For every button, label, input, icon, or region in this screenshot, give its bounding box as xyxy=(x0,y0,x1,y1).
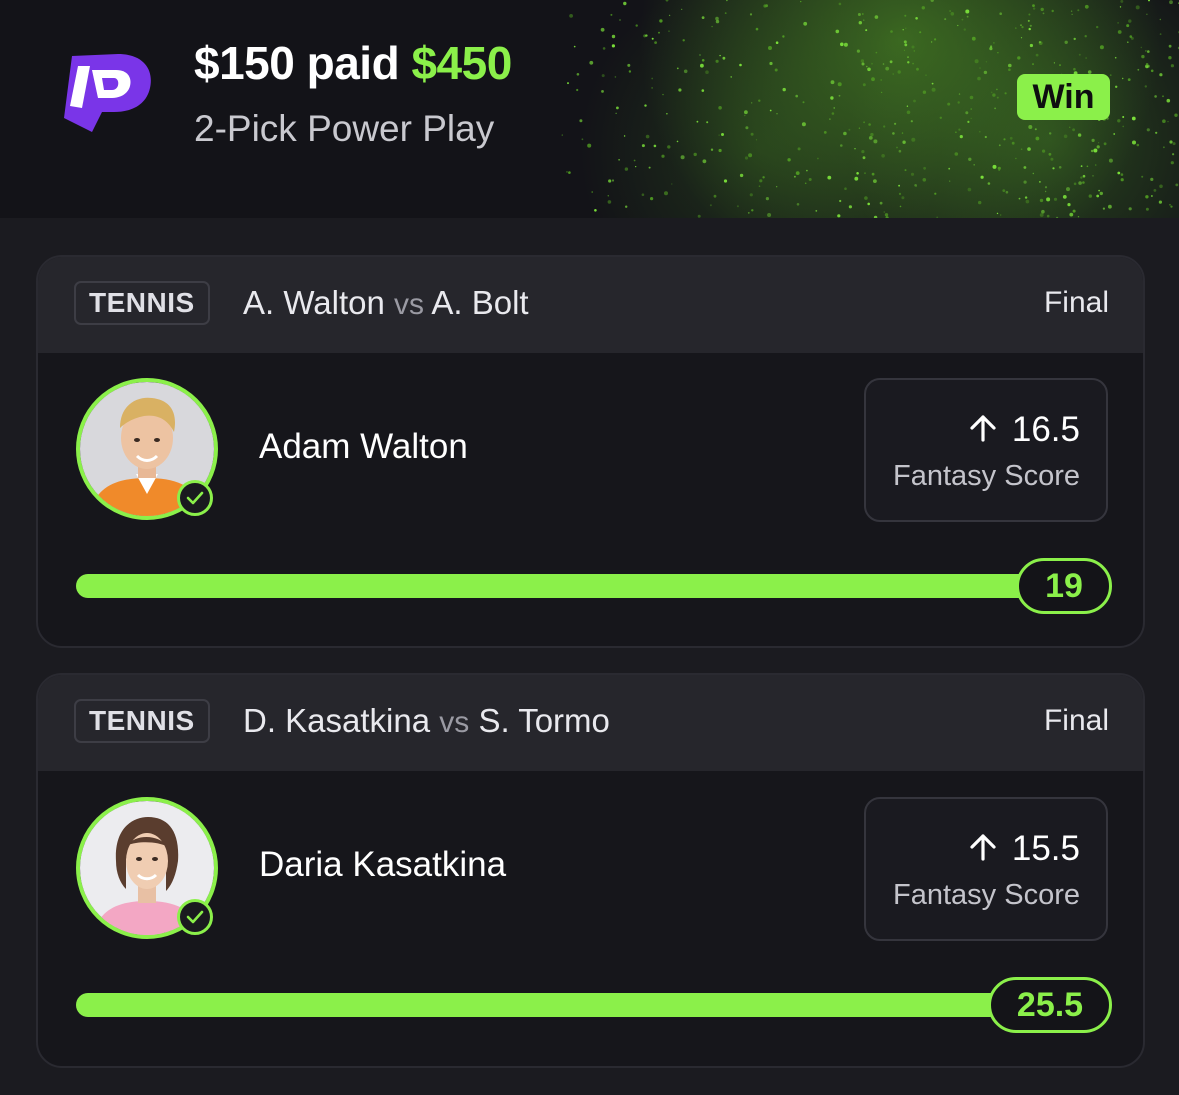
result-badge: Win xyxy=(1017,74,1110,120)
stat-type: Fantasy Score xyxy=(893,460,1080,492)
speckle-texture xyxy=(561,0,1179,218)
progress-track xyxy=(76,993,1076,1017)
matchup: D. Kasatkina vs S. Tormo xyxy=(243,699,610,745)
more-arrow-icon xyxy=(968,412,998,452)
projection-box: 15.5 Fantasy Score xyxy=(864,797,1108,941)
line-value: 16.5 xyxy=(1011,410,1080,449)
pick-card-header: TENNIS A. Walton vs A. Bolt Final xyxy=(38,257,1143,353)
team-b: A. Bolt xyxy=(431,284,529,321)
projection-line: 15.5 xyxy=(968,829,1080,871)
sport-tag: TENNIS xyxy=(74,699,210,743)
player-name: Adam Walton xyxy=(259,427,468,466)
actual-result: 19 xyxy=(1016,558,1112,614)
play-type: 2-Pick Power Play xyxy=(194,108,495,149)
pick-card[interactable]: TENNIS A. Walton vs A. Bolt Final Adam W… xyxy=(36,255,1145,648)
team-b: S. Tormo xyxy=(478,702,610,739)
line-value: 15.5 xyxy=(1011,829,1080,868)
game-status: Final xyxy=(1043,704,1109,737)
ticket-header: $150 paid $450 2-Pick Power Play Win xyxy=(0,0,1179,218)
progress-track xyxy=(76,574,1076,598)
vs-label: vs xyxy=(394,288,425,321)
player-name: Daria Kasatkina xyxy=(259,845,507,884)
payout-headline: $150 paid $450 xyxy=(194,36,512,90)
stat-type: Fantasy Score xyxy=(893,879,1080,911)
sport-tag: TENNIS xyxy=(74,281,210,325)
projection-line: 16.5 xyxy=(968,410,1080,452)
paid-label: paid xyxy=(306,37,400,89)
team-a: D. Kasatkina xyxy=(243,702,431,739)
matchup: A. Walton vs A. Bolt xyxy=(243,281,529,327)
pick-card[interactable]: TENNIS D. Kasatkina vs S. Tormo Final Da… xyxy=(36,673,1145,1068)
check-icon xyxy=(177,899,213,935)
projection-box: 16.5 Fantasy Score xyxy=(864,378,1108,522)
progress-fill xyxy=(76,574,1076,598)
vs-label: vs xyxy=(439,706,470,739)
game-status: Final xyxy=(1043,286,1109,319)
prizepicks-logo-icon xyxy=(64,54,151,132)
payout-amount: $450 xyxy=(411,37,512,89)
team-a: A. Walton xyxy=(243,284,385,321)
more-arrow-icon xyxy=(968,831,998,871)
progress-fill xyxy=(76,993,1076,1017)
pick-card-header: TENNIS D. Kasatkina vs S. Tormo Final xyxy=(38,675,1143,771)
actual-result: 25.5 xyxy=(988,977,1112,1033)
entry-amount: $150 xyxy=(194,37,295,89)
check-icon xyxy=(177,480,213,516)
